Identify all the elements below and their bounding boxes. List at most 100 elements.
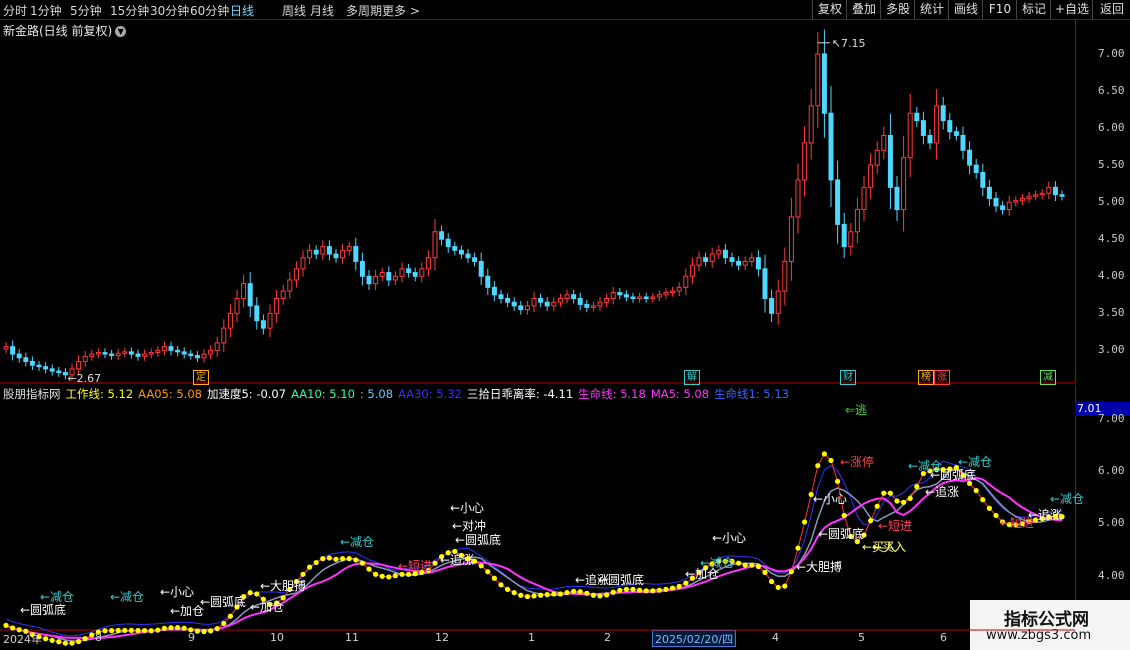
price-tick-0: 7.00 [1098, 46, 1125, 60]
candle-body [76, 360, 82, 370]
candle-body [584, 303, 590, 308]
indicator-tick-1: 6.00 [1098, 463, 1125, 477]
work-line-dot [577, 589, 583, 595]
event-marker-2[interactable]: 财 [840, 370, 856, 385]
candle-body [696, 257, 702, 266]
work-line-dot [326, 555, 332, 561]
work-line-dot [901, 499, 907, 505]
work-line-dot [313, 559, 319, 566]
signal-33: ←买入 [862, 540, 896, 554]
work-line-dot [109, 628, 115, 634]
candle-body [472, 257, 478, 262]
event-marker-1[interactable]: 解 [684, 370, 700, 385]
work-line-dot [135, 627, 141, 634]
work-line-dot [307, 564, 313, 570]
candle-body [934, 105, 940, 144]
work-line-dot [544, 592, 550, 598]
event-marker-4[interactable]: 涨 [934, 370, 950, 385]
candle-body [775, 290, 781, 314]
x-label-7: 2 [604, 631, 611, 644]
work-line-dot [511, 590, 517, 596]
candle-body [907, 112, 913, 159]
price-tick-4: 5.00 [1098, 195, 1125, 209]
work-line-dot [148, 628, 154, 634]
candle-body [458, 249, 464, 255]
x-label-10: 6 [940, 631, 947, 644]
signal-11: ←圆弧底 [930, 467, 976, 482]
candle-body [590, 305, 596, 308]
candle-body [16, 353, 22, 359]
candle-body [755, 257, 761, 270]
signal-15: ←对冲 [452, 518, 486, 533]
price-tick-7: 3.50 [1098, 306, 1125, 320]
candle-body [399, 268, 405, 277]
candle-body [874, 149, 880, 166]
signal-13: ←小心 [813, 492, 847, 506]
candle-body [340, 249, 346, 259]
work-line-dot [478, 563, 484, 569]
candle-body [201, 353, 207, 359]
event-marker-0[interactable]: 定 [193, 370, 209, 385]
work-line-dot [914, 484, 920, 490]
candle-body [49, 368, 55, 372]
work-line-dot [254, 591, 260, 597]
work-line-dot [821, 451, 828, 457]
candle-body [221, 327, 227, 344]
work-line-dot [359, 560, 365, 566]
candle-body [122, 351, 128, 354]
work-line-dot [353, 557, 359, 563]
candle-body [293, 268, 299, 281]
candle-body [557, 297, 563, 303]
x-label-1: 8 [95, 631, 102, 644]
candle-body [881, 134, 887, 151]
candle-body [23, 357, 29, 362]
candle-body [247, 283, 253, 307]
candle-body [887, 134, 893, 188]
candle-body [947, 120, 953, 133]
x-label-0: 2024年 [3, 633, 42, 646]
candle-body [1033, 194, 1039, 197]
candle-body [650, 296, 656, 299]
kline-chart-svg[interactable]: ↖7.15←2.67⇐逃←涨停 ←减仓 ←减仓←买入←短进←追涨←短进←追涨←减仓←… [0, 0, 1130, 650]
candle-body [465, 253, 471, 259]
work-line-dot [208, 628, 214, 634]
work-line-dot [366, 566, 372, 572]
candle-body [841, 223, 847, 248]
price-tick-5: 4.50 [1098, 232, 1125, 246]
work-line-dot [683, 580, 689, 586]
candle-body [656, 294, 662, 298]
signal-19: ←短进 [398, 559, 432, 573]
low-label: ←2.67 [67, 372, 101, 385]
work-line-dot [485, 569, 491, 575]
event-marker-5[interactable]: 减 [1040, 370, 1056, 385]
candle-body [993, 197, 999, 207]
event-marker-3[interactable]: 榜 [918, 370, 934, 385]
work-line-dot [392, 573, 398, 579]
work-line-dot [835, 478, 841, 484]
candle-body [623, 294, 629, 298]
work-line-dot [43, 636, 49, 642]
work-line-dot [346, 556, 352, 562]
work-line-dot [181, 625, 187, 631]
candle-body [392, 275, 398, 281]
work-line-dot [670, 585, 676, 591]
candle-body [1006, 201, 1012, 211]
work-line-dot [128, 627, 134, 633]
price-tick-6: 4.00 [1098, 269, 1125, 283]
candle-body [564, 294, 570, 299]
work-line-dot [194, 628, 200, 634]
candle-body [439, 231, 445, 240]
work-line-dot [320, 556, 326, 562]
price-tick-8: 3.00 [1098, 343, 1125, 357]
candle-body [663, 292, 669, 296]
work-line-dot [557, 591, 564, 597]
candle-body [1059, 194, 1065, 197]
candle-body [854, 209, 860, 233]
signal-6: ←追涨 [925, 484, 959, 499]
work-line-dot [491, 575, 497, 581]
work-line-dot [227, 613, 233, 619]
indicator-tick-3: 4.00 [1098, 568, 1125, 582]
candle-body [452, 246, 458, 251]
candle-body [287, 279, 293, 292]
candle-body [353, 246, 359, 262]
